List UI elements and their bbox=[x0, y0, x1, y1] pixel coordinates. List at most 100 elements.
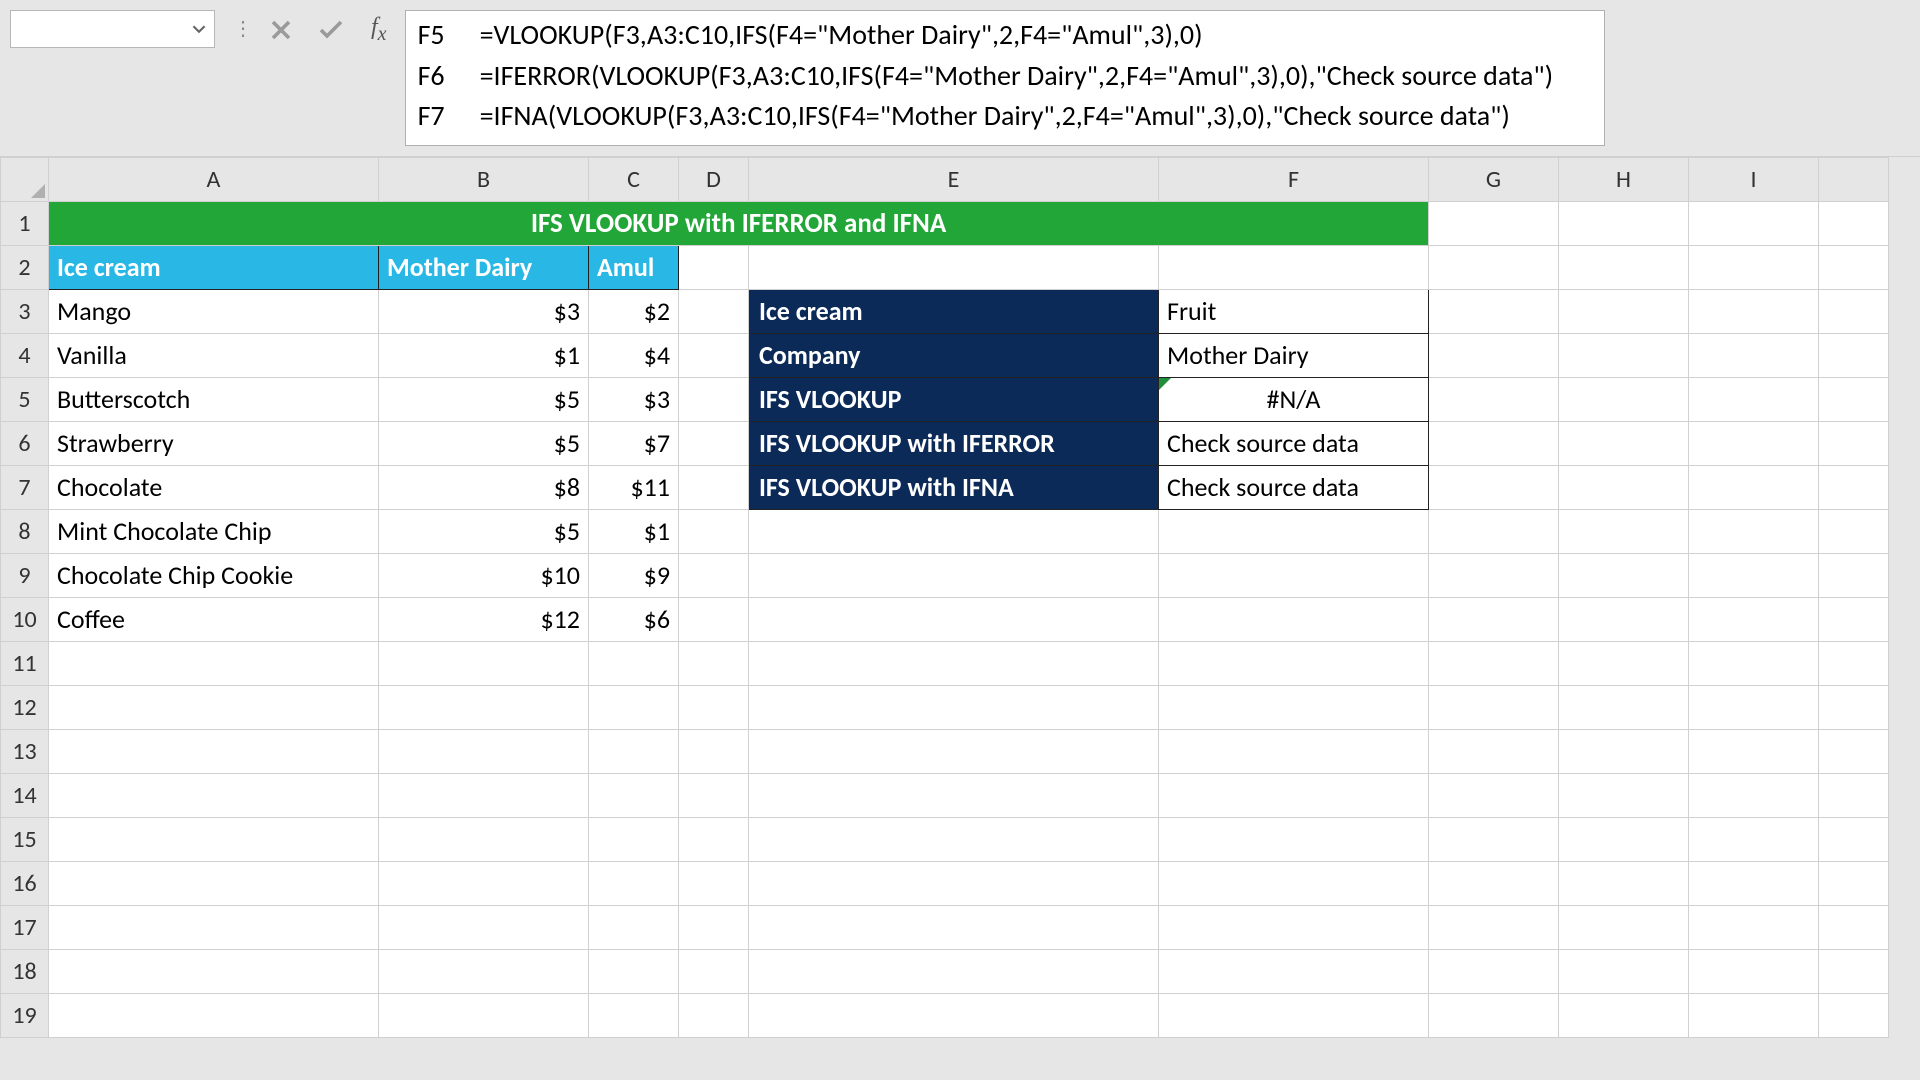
cell[interactable]: $10 bbox=[379, 553, 589, 597]
cell[interactable] bbox=[589, 905, 679, 949]
row-header[interactable]: 5 bbox=[1, 377, 49, 421]
cell[interactable] bbox=[1159, 641, 1429, 685]
row-header[interactable]: 18 bbox=[1, 949, 49, 993]
spreadsheet-grid[interactable]: A B C D E F G H I 1 IFS VLOOKUP with IFE… bbox=[0, 157, 1920, 1038]
cell[interactable] bbox=[1559, 817, 1689, 861]
cell[interactable] bbox=[1689, 465, 1819, 509]
cell[interactable]: Company bbox=[749, 333, 1159, 377]
cell[interactable] bbox=[1429, 333, 1559, 377]
row-header[interactable]: 3 bbox=[1, 289, 49, 333]
cell[interactable] bbox=[1559, 245, 1689, 289]
cell[interactable] bbox=[749, 905, 1159, 949]
cell[interactable] bbox=[1819, 289, 1889, 333]
cell[interactable] bbox=[379, 949, 589, 993]
cell[interactable] bbox=[1429, 817, 1559, 861]
cell[interactable] bbox=[1159, 729, 1429, 773]
cell[interactable] bbox=[1559, 289, 1689, 333]
cell[interactable] bbox=[589, 729, 679, 773]
col-header[interactable]: H bbox=[1559, 157, 1689, 201]
cell[interactable] bbox=[679, 817, 749, 861]
cell[interactable]: Coffee bbox=[49, 597, 379, 641]
cell[interactable] bbox=[589, 993, 679, 1037]
cell[interactable] bbox=[1689, 905, 1819, 949]
cell[interactable] bbox=[1429, 201, 1559, 245]
cell[interactable] bbox=[679, 861, 749, 905]
cell[interactable] bbox=[49, 817, 379, 861]
row-header[interactable]: 9 bbox=[1, 553, 49, 597]
cell[interactable] bbox=[1559, 509, 1689, 553]
cell[interactable] bbox=[1559, 685, 1689, 729]
cell[interactable]: Check source data bbox=[1159, 465, 1429, 509]
cell[interactable] bbox=[1429, 597, 1559, 641]
row-header[interactable]: 4 bbox=[1, 333, 49, 377]
cell[interactable] bbox=[679, 245, 749, 289]
cell[interactable] bbox=[1689, 641, 1819, 685]
cell[interactable] bbox=[1559, 905, 1689, 949]
cell[interactable] bbox=[1429, 377, 1559, 421]
cell[interactable] bbox=[749, 861, 1159, 905]
cell[interactable] bbox=[1429, 949, 1559, 993]
cell[interactable] bbox=[1819, 245, 1889, 289]
col-header[interactable]: B bbox=[379, 157, 589, 201]
cell[interactable] bbox=[379, 905, 589, 949]
row-header[interactable]: 2 bbox=[1, 245, 49, 289]
cell[interactable] bbox=[1689, 245, 1819, 289]
cell[interactable] bbox=[379, 817, 589, 861]
cell[interactable] bbox=[1159, 597, 1429, 641]
cell[interactable] bbox=[679, 905, 749, 949]
cell[interactable] bbox=[749, 641, 1159, 685]
row-header[interactable]: 12 bbox=[1, 685, 49, 729]
cell[interactable] bbox=[379, 773, 589, 817]
cell[interactable] bbox=[1159, 773, 1429, 817]
cell[interactable]: Mother Dairy bbox=[1159, 333, 1429, 377]
cell[interactable] bbox=[679, 597, 749, 641]
cell[interactable] bbox=[49, 861, 379, 905]
cell[interactable]: Mother Dairy bbox=[379, 245, 589, 289]
row-header[interactable]: 10 bbox=[1, 597, 49, 641]
cell[interactable] bbox=[749, 509, 1159, 553]
cell[interactable] bbox=[1689, 817, 1819, 861]
cell[interactable] bbox=[1819, 685, 1889, 729]
cell[interactable] bbox=[679, 949, 749, 993]
cell[interactable] bbox=[1689, 377, 1819, 421]
cell[interactable] bbox=[379, 993, 589, 1037]
cell[interactable] bbox=[1819, 465, 1889, 509]
cell[interactable] bbox=[679, 641, 749, 685]
cell[interactable] bbox=[679, 509, 749, 553]
cell[interactable] bbox=[1819, 553, 1889, 597]
cell[interactable] bbox=[589, 685, 679, 729]
cell[interactable] bbox=[1559, 773, 1689, 817]
cell[interactable] bbox=[49, 685, 379, 729]
cell[interactable] bbox=[749, 685, 1159, 729]
cell[interactable] bbox=[679, 421, 749, 465]
cell[interactable]: Check source data bbox=[1159, 421, 1429, 465]
cell[interactable] bbox=[1559, 949, 1689, 993]
cell[interactable] bbox=[1159, 685, 1429, 729]
cell[interactable] bbox=[1159, 817, 1429, 861]
cell[interactable]: $8 bbox=[379, 465, 589, 509]
cell[interactable] bbox=[1159, 905, 1429, 949]
cell[interactable] bbox=[1559, 729, 1689, 773]
cell[interactable] bbox=[1819, 509, 1889, 553]
cell[interactable] bbox=[1429, 729, 1559, 773]
row-header[interactable]: 1 bbox=[1, 201, 49, 245]
enter-icon[interactable] bbox=[319, 20, 343, 40]
cell[interactable] bbox=[1429, 773, 1559, 817]
cell[interactable] bbox=[1689, 685, 1819, 729]
cell[interactable]: Mango bbox=[49, 289, 379, 333]
cell[interactable] bbox=[1559, 993, 1689, 1037]
cell[interactable] bbox=[1689, 949, 1819, 993]
cell[interactable] bbox=[1159, 509, 1429, 553]
cell[interactable] bbox=[749, 245, 1159, 289]
cell[interactable] bbox=[1429, 641, 1559, 685]
cell[interactable] bbox=[1559, 465, 1689, 509]
cell[interactable] bbox=[749, 729, 1159, 773]
row-header[interactable]: 16 bbox=[1, 861, 49, 905]
cell[interactable] bbox=[1429, 905, 1559, 949]
select-all-corner[interactable] bbox=[1, 157, 49, 201]
cell[interactable] bbox=[1819, 905, 1889, 949]
cell[interactable] bbox=[1559, 553, 1689, 597]
cell[interactable]: IFS VLOOKUP bbox=[749, 377, 1159, 421]
cell[interactable] bbox=[589, 641, 679, 685]
cell[interactable] bbox=[1559, 201, 1689, 245]
